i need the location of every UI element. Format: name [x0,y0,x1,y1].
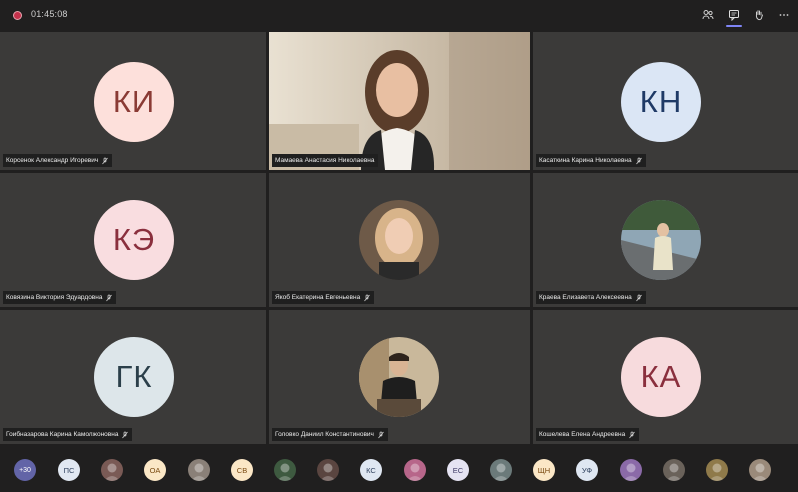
participant-tile[interactable]: Якоб Екатерина Евгеньевна [269,173,530,307]
participant-name-tag: Якоб Екатерина Евгеньевна [272,291,375,304]
participant-name-tag: Кошелева Елена Андреевна [536,428,640,441]
participant-name-tag: Гоибназарова Карина Камолжоновна [3,428,133,441]
mic-off-icon [635,294,643,302]
participants-icon [702,10,714,20]
profile-photo-icon [104,463,120,481]
mic-off-icon [635,157,643,165]
participant-name: Краева Елизавета Алексеевна [539,294,632,301]
participant-avatar: ГК [94,337,174,417]
profile-photo-icon [277,463,293,481]
overflow-participant-photo[interactable] [749,459,771,481]
overflow-participant-avatar[interactable]: УФ [576,459,598,481]
mic-off-icon [377,431,385,439]
profile-photo-icon [666,463,682,481]
mic-off-icon [105,294,113,302]
overflow-participant-photo[interactable] [404,459,426,481]
participant-tile[interactable]: КН Касаткина Карина Николаевна [533,32,798,170]
participant-name-tag: Ковязина Виктория Эдуардовна [3,291,117,304]
participant-tile[interactable]: Краева Елизавета Алексеевна [533,173,798,307]
profile-photo-icon [752,463,768,481]
overflow-participant-photo[interactable] [188,459,210,481]
profile-photo-icon [191,463,207,481]
participant-name-tag: Краева Елизавета Алексеевна [536,291,646,304]
overflow-participant-avatar[interactable]: ЩН [533,459,555,481]
participant-overflow-bar: +30 ПС ОА СВ КС ЕС ЩН УФ [0,447,798,492]
overflow-participant-photo[interactable] [490,459,512,481]
overflow-participant-avatar[interactable]: ПС [58,459,80,481]
raise-hand-icon [755,10,763,21]
overflow-participant-avatar[interactable]: КС [360,459,382,481]
participant-name: Мамаева Анастасия Николаевна [275,157,375,164]
participant-avatar: КИ [94,62,174,142]
participant-name: Кошелева Елена Андреевна [539,431,626,438]
more-participants-button[interactable]: +30 [14,459,36,481]
profile-photo-icon [407,463,423,481]
overflow-participant-avatar[interactable]: ОА [144,459,166,481]
participant-name: Якоб Екатерина Евгеньевна [275,294,361,301]
participant-name-tag: Головко Даниил Константинович [272,428,388,441]
chat-button[interactable] [724,5,744,27]
participant-name-tag: Корсенок Александр Игоревич [3,154,113,167]
participant-tile[interactable]: ГК Гоибназарова Карина Камолжоновна [0,310,266,444]
participant-tile[interactable]: КЭ Ковязина Виктория Эдуардовна [0,173,266,307]
profile-photo-icon [493,463,509,481]
participants-button[interactable] [698,5,718,25]
more-options-button[interactable] [774,5,794,25]
overflow-participant-photo[interactable] [663,459,685,481]
overflow-participant-avatar[interactable]: ЕС [447,459,469,481]
participant-name-tag: Касаткина Карина Николаевна [536,154,646,167]
participant-avatar: КН [621,62,701,142]
participant-avatar: КЭ [94,200,174,280]
participant-name-tag: Мамаева Анастасия Николаевна [272,154,378,167]
participant-name: Корсенок Александр Игоревич [6,157,99,164]
participant-tile[interactable]: КА Кошелева Елена Андреевна [533,310,798,444]
mic-off-icon [628,431,636,439]
chat-icon [729,10,739,21]
profile-photo-icon [709,463,725,481]
overflow-participant-avatar[interactable]: СВ [231,459,253,481]
mic-off-icon [121,431,129,439]
participant-video-feed [269,32,530,170]
overflow-participant-photo[interactable] [706,459,728,481]
recording-indicator-icon [13,11,22,20]
mic-off-icon [363,294,371,302]
profile-photo-icon [623,463,639,481]
participant-tile[interactable]: КИ Корсенок Александр Игоревич [0,32,266,170]
raise-hand-button[interactable] [749,5,769,25]
participant-tile[interactable]: Головко Даниил Константинович [269,310,530,444]
participant-name: Головко Даниил Константинович [275,431,374,438]
mic-off-icon [101,157,109,165]
participant-photo-avatar [621,200,701,280]
more-options-icon [779,14,789,16]
participant-photo-avatar [359,337,439,417]
participant-avatar: КА [621,337,701,417]
call-timer: 01:45:08 [31,9,68,19]
participant-name: Гоибназарова Карина Камолжоновна [6,431,119,438]
participant-video-tile[interactable]: Мамаева Анастасия Николаевна [269,32,530,170]
profile-photo-icon [320,463,336,481]
overflow-participant-photo[interactable] [274,459,296,481]
overflow-participant-photo[interactable] [101,459,123,481]
participant-photo-avatar [359,200,439,280]
call-top-bar: 01:45:08 [0,0,798,30]
participant-name: Касаткина Карина Николаевна [539,157,632,164]
overflow-participant-photo[interactable] [620,459,642,481]
participant-name: Ковязина Виктория Эдуардовна [6,294,103,301]
overflow-participant-photo[interactable] [317,459,339,481]
